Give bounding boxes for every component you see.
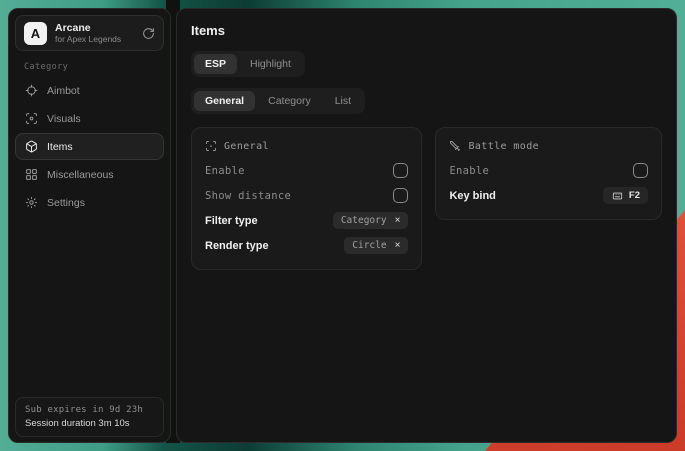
card-title: General: [224, 141, 269, 152]
selected-value: Circle: [352, 240, 386, 251]
brand-card: A Arcane for Apex Legends: [15, 15, 164, 51]
app-subtitle: for Apex Legends: [55, 34, 121, 44]
grid-icon: [25, 168, 38, 181]
battle-enable-checkbox[interactable]: [633, 163, 648, 178]
setting-row-render-type: Render type Circle ×: [205, 233, 408, 258]
subscription-info-card: Sub expires in 9d 23h Session duration 3…: [15, 397, 164, 437]
card-title: Battle mode: [468, 141, 539, 152]
mode-tab-group: ESP Highlight: [191, 51, 305, 77]
keybind-button[interactable]: F2: [603, 187, 648, 204]
page-title: Items: [191, 23, 662, 38]
refresh-icon[interactable]: [142, 27, 155, 40]
sidebar-item-items[interactable]: Items: [15, 133, 164, 160]
setting-row-enable: Enable: [205, 158, 408, 183]
filter-type-select[interactable]: Category ×: [333, 212, 409, 229]
sidebar-item-visuals[interactable]: Visuals: [15, 105, 164, 132]
setting-row-enable: Enable: [449, 158, 648, 183]
app-logo: A: [24, 22, 47, 45]
setting-label: Enable: [449, 165, 489, 177]
close-icon[interactable]: ×: [395, 216, 401, 226]
swords-icon: [449, 140, 461, 152]
selected-value: Category: [341, 215, 387, 226]
tab-highlight[interactable]: Highlight: [239, 54, 302, 74]
gear-icon: [25, 196, 38, 209]
tab-general[interactable]: General: [194, 91, 255, 111]
sidebar: A Arcane for Apex Legends Category Aimbo…: [8, 8, 171, 443]
sidebar-item-label: Aimbot: [47, 85, 80, 97]
app-name: Arcane: [55, 22, 121, 35]
general-card: General Enable Show distance Filter type…: [191, 127, 422, 270]
close-icon[interactable]: ×: [395, 241, 401, 251]
crosshair-icon: [25, 84, 38, 97]
sidebar-item-label: Miscellaneous: [47, 169, 114, 181]
setting-label: Show distance: [205, 190, 291, 202]
setting-label: Enable: [205, 165, 245, 177]
setting-label: Render type: [205, 240, 269, 252]
show-distance-checkbox[interactable]: [393, 188, 408, 203]
enable-checkbox[interactable]: [393, 163, 408, 178]
sidebar-nav: Aimbot Visuals Items: [9, 77, 170, 216]
setting-row-key-bind: Key bind F2: [449, 183, 648, 208]
setting-row-filter-type: Filter type Category ×: [205, 208, 408, 233]
cube-icon: [25, 140, 38, 153]
tab-category[interactable]: Category: [257, 91, 322, 111]
sidebar-item-label: Settings: [47, 197, 85, 209]
sidebar-item-label: Visuals: [47, 113, 81, 125]
setting-label: Filter type: [205, 215, 258, 227]
sidebar-item-aimbot[interactable]: Aimbot: [15, 77, 164, 104]
sub-expires-text: Sub expires in 9d 23h: [25, 405, 154, 415]
sub-tab-group: General Category List: [191, 88, 365, 114]
main-panel: Items ESP Highlight General Category Lis…: [176, 8, 677, 443]
sidebar-item-miscellaneous[interactable]: Miscellaneous: [15, 161, 164, 188]
keyboard-icon: [611, 191, 624, 201]
scan-icon: [205, 140, 217, 152]
sidebar-item-label: Items: [47, 141, 73, 153]
session-duration-text: Session duration 3m 10s: [25, 418, 154, 429]
sidebar-item-settings[interactable]: Settings: [15, 189, 164, 216]
setting-row-show-distance: Show distance: [205, 183, 408, 208]
battle-mode-card: Battle mode Enable Key bind F2: [435, 127, 662, 220]
tab-esp[interactable]: ESP: [194, 54, 237, 74]
tab-list[interactable]: List: [324, 91, 362, 111]
setting-label: Key bind: [449, 190, 495, 202]
category-section-label: Category: [24, 62, 170, 72]
eye-icon: [25, 112, 38, 125]
render-type-select[interactable]: Circle ×: [344, 237, 408, 254]
keybind-value: F2: [629, 190, 640, 201]
